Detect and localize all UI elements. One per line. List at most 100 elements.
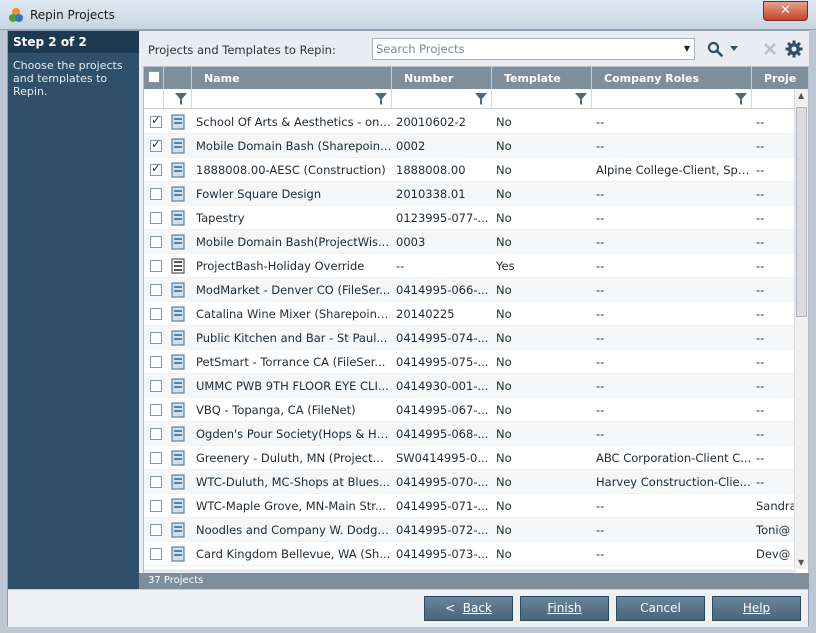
row-checkbox[interactable] [150,332,162,344]
search-placeholder: Search Projects [376,42,465,56]
cell-number: 0123995-077-... [396,211,489,225]
row-checkbox[interactable] [150,476,162,488]
chevron-down-icon [730,46,738,51]
settings-button[interactable] [784,39,804,59]
table-row[interactable]: UMMC PWB 9TH FLOOR EYE CLI... 0414930-001… [144,374,796,398]
cell-template: No [496,187,512,201]
cell-number: -- [396,259,405,273]
row-checkbox[interactable] [150,428,162,440]
row-checkbox[interactable] [150,524,162,536]
table-row[interactable]: Public Kitchen and Bar - St Paul... 04149… [144,326,796,350]
cell-name: PetSmart - Torrance CA (FileSer... [196,355,386,369]
close-button[interactable]: ✕ [763,1,808,21]
cell-company-roles: -- [596,355,605,369]
table-row[interactable]: Tapestry 0123995-077-... No -- -- [144,206,796,230]
table-row[interactable]: Card Kingdom Bellevue, WA (Sh... 0414995-… [144,542,796,566]
table-row[interactable]: ModMarket - Denver CO (FileSer... 0414995… [144,278,796,302]
project-icon [171,450,185,466]
table-row[interactable]: Mobile Domain Bash (Sharepoint... 0002 No -… [144,134,796,158]
table-row[interactable]: 1888008.00-AESC (Construction) 1888008.00… [144,158,796,182]
vertical-scroll-thumb[interactable] [796,107,807,317]
row-checkbox[interactable] [150,380,162,392]
row-checkbox[interactable] [150,113,162,128]
cancel-label: Cancel [640,601,681,615]
row-checkbox[interactable] [150,452,162,464]
cell-company-roles: -- [596,259,605,273]
filter-icon[interactable] [175,93,187,105]
column-header-company-roles[interactable]: Company Roles [592,67,752,89]
cell-company-roles: -- [596,139,605,153]
filter-cell-name[interactable] [192,89,392,109]
cell-number: 0414930-001-... [396,379,489,393]
project-icon [171,114,185,130]
cell-company-roles: Harvey Construction-Clie... [596,475,751,489]
row-checkbox[interactable] [150,212,162,224]
icon-column-header [164,67,192,89]
filter-icon[interactable] [575,93,587,105]
scroll-down-icon[interactable]: ▼ [798,558,804,567]
filter-icon[interactable] [475,93,487,105]
filter-cell-company-roles[interactable] [592,89,752,109]
title-bar: Repin Projects ✕ [0,0,816,30]
row-checkbox[interactable] [150,188,162,200]
column-header-name[interactable]: Name [192,67,392,89]
project-icon [171,522,185,538]
search-input[interactable]: Search Projects ▼ [372,38,695,60]
search-options-button[interactable] [728,39,740,59]
cell-number: 0414995-071-... [396,499,489,513]
table-row[interactable]: ProjectBash-Holiday Override -- Yes -- -- [144,254,796,278]
back-button[interactable]: < Back [424,596,513,621]
filter-icon[interactable] [375,93,387,105]
column-header-project[interactable]: Proje [752,67,808,89]
table-row[interactable]: Mobile Domain Bash(ProjectWis... 0003 No --… [144,230,796,254]
scroll-up-icon[interactable]: ▲ [798,91,804,100]
table-row[interactable]: PetSmart - Torrance CA (FileSer... 041499… [144,350,796,374]
filter-icon[interactable] [735,93,747,105]
row-checkbox[interactable] [150,548,162,560]
row-checkbox[interactable] [150,161,162,176]
cell-template: No [496,451,512,465]
cell-template: No [496,403,512,417]
filter-cell-template[interactable] [492,89,592,109]
dialog-body: Step 2 of 2 Choose the projects and temp… [7,30,809,627]
app-logo-icon [9,8,23,22]
row-checkbox[interactable] [150,260,162,272]
cell-company-roles: -- [596,427,605,441]
search-button[interactable] [705,39,725,59]
row-checkbox[interactable] [150,284,162,296]
table-row[interactable]: Greenery - Duluth, MN (Project... SW04149… [144,446,796,470]
row-checkbox[interactable] [150,404,162,416]
filter-cell-select [144,89,164,109]
table-row[interactable]: Noodles and Company W. Dodge... 0414995-0… [144,518,796,542]
table-row[interactable]: School Of Arts & Aesthetics - onl... 2001… [144,110,796,134]
table-row[interactable]: VBQ - Topanga, CA (FileNet) 0414995-067-.… [144,398,796,422]
vertical-scrollbar[interactable]: ▲ ▼ [794,89,808,569]
table-row[interactable]: Fowler Square Design 2010338.01 No -- -- [144,182,796,206]
row-checkbox[interactable] [150,356,162,368]
help-button[interactable]: Help [712,596,801,621]
cell-company-roles: -- [596,283,605,297]
search-dropdown-icon[interactable]: ▼ [684,44,690,53]
filter-cell-number[interactable] [392,89,492,109]
cell-number: 20140225 [396,307,455,321]
row-checkbox[interactable] [150,500,162,512]
column-header-number[interactable]: Number [392,67,492,89]
finish-button[interactable]: Finish [520,596,609,621]
select-all-checkbox[interactable] [148,71,160,83]
cell-name: Ogden's Pour Society(Hops & Ha... [196,427,392,441]
table-row[interactable]: WTC-Duluth, MC-Shops at Blues... 0414995-… [144,470,796,494]
cell-company-roles: -- [596,499,605,513]
table-row[interactable]: Catalina Wine Mixer (Sharepoint... 201402… [144,302,796,326]
cell-template: No [496,307,512,321]
table-row[interactable]: WTC-Maple Grove, MN-Main Str... 0414995-0… [144,494,797,518]
cell-template: No [496,427,512,441]
cell-number: 0002 [396,139,426,153]
table-row[interactable]: Ogden's Pour Society(Hops & Ha... 0414995… [144,422,796,446]
cancel-button[interactable]: Cancel [616,596,705,621]
row-checkbox[interactable] [150,308,162,320]
column-header-template[interactable]: Template [492,67,592,89]
cell-company-roles: -- [596,547,605,561]
clear-search-button[interactable] [760,39,780,59]
row-checkbox[interactable] [150,236,162,248]
row-checkbox[interactable] [150,137,162,152]
